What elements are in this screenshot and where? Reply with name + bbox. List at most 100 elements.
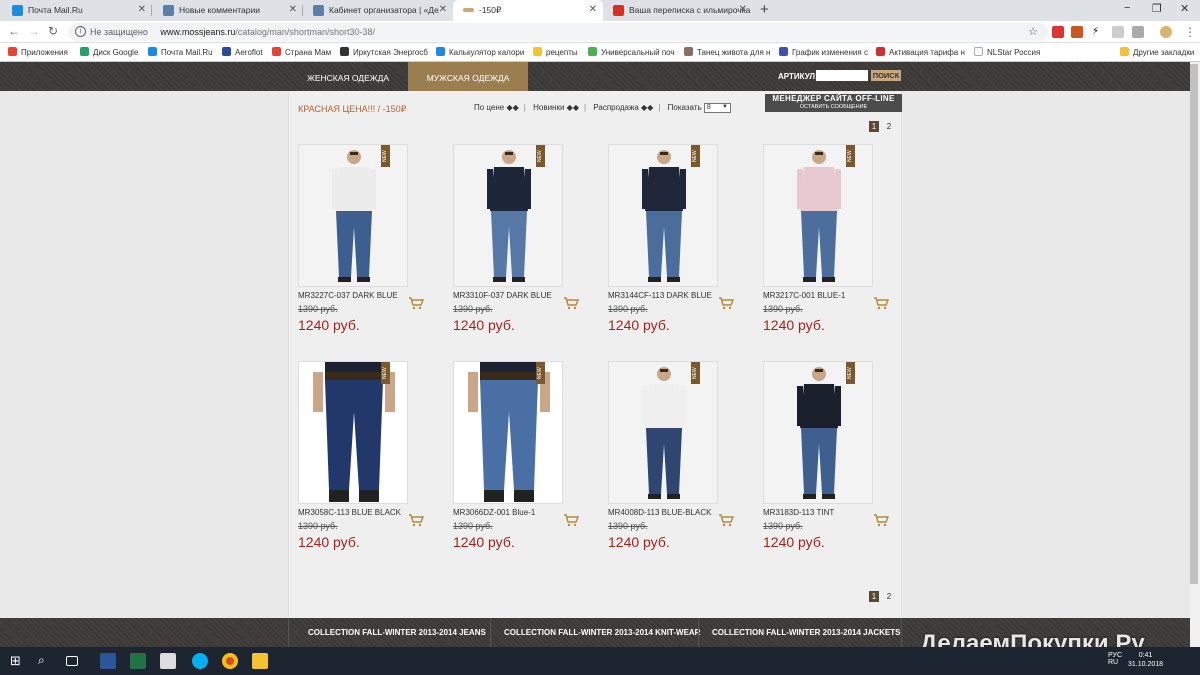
cart-icon[interactable]	[873, 296, 889, 310]
product-image[interactable]: NEW	[453, 144, 563, 287]
cart-icon[interactable]	[873, 513, 889, 527]
product-card[interactable]: NEW MR3066DZ-001 Blue-1 1390 руб. 1240 руб.	[453, 361, 583, 561]
product-card[interactable]: NEW MR3183D-113 TINT 1390 руб. 1240 руб.	[763, 361, 893, 561]
explorer-icon[interactable]	[252, 653, 268, 669]
product-card[interactable]: NEW MR3058C-113 BLUE BLACK 1390 руб. 1240 р…	[298, 361, 428, 561]
product-card[interactable]: NEW MR4008D-113 BLUE-BLACK 1390 руб. 1240 р…	[608, 361, 738, 561]
extension-icon[interactable]	[1071, 26, 1083, 38]
cart-icon[interactable]	[718, 296, 734, 310]
mail-app-icon[interactable]	[160, 653, 176, 669]
new-tab-button[interactable]: +	[760, 1, 769, 18]
nav-men[interactable]: МУЖСКАЯ ОДЕЖДА	[408, 62, 528, 91]
bookmark-item[interactable]: Страна Мам	[272, 47, 331, 57]
product-image[interactable]: NEW	[763, 144, 873, 287]
search-icon[interactable]: ⌕	[38, 653, 54, 669]
product-image[interactable]: NEW	[608, 361, 718, 504]
footer-link-jackets[interactable]: COLLECTION FALL-WINTER 2013-2014 JACKETS	[712, 628, 900, 637]
tab-organizer[interactable]: Кабинет организатора | «Делае ✕	[303, 0, 453, 21]
address-bar[interactable]: i Не защищено www.mossjeans.ru/catalog/m…	[68, 23, 1048, 41]
close-icon[interactable]: ✕	[138, 4, 146, 15]
product-sku[interactable]: MR3183D-113 TINT	[763, 508, 834, 517]
close-icon[interactable]: ✕	[589, 4, 597, 15]
close-icon[interactable]: ✕	[739, 4, 747, 15]
tab-mail[interactable]: Почта Mail.Ru ✕	[2, 0, 152, 21]
product-card[interactable]: NEW MR3144CF-113 DARK BLUE 1390 руб. 1240 р…	[608, 144, 738, 344]
bookmark-other[interactable]: Другие закладки	[1120, 47, 1194, 57]
menu-icon[interactable]: ⋮	[1184, 25, 1196, 39]
product-sku[interactable]: MR3066DZ-001 Blue-1	[453, 508, 535, 517]
skype-icon[interactable]	[192, 653, 208, 669]
reload-icon[interactable]: ↻	[48, 24, 58, 38]
extension-icon[interactable]	[1112, 26, 1124, 38]
tab-active-catalog[interactable]: -150₽ ✕	[453, 0, 603, 21]
profile-avatar[interactable]	[1160, 26, 1172, 38]
close-icon[interactable]: ✕	[439, 4, 447, 15]
article-input[interactable]	[816, 70, 868, 81]
product-image[interactable]: NEW	[608, 144, 718, 287]
bookmark-item[interactable]: График изменения с	[779, 47, 868, 57]
tab-correspondence[interactable]: Ваша переписка с ильмирочка ✕	[603, 0, 753, 21]
per-page-select[interactable]: 8 ▼	[703, 103, 731, 113]
bookmark-item[interactable]: Калькулятор калори	[436, 47, 524, 57]
maximize-button[interactable]: ❐	[1152, 2, 1162, 15]
page-scrollbar[interactable]	[1190, 62, 1200, 647]
bookmark-item[interactable]: Активация тарифа н	[876, 47, 965, 57]
manager-offline-button[interactable]: МЕНЕДЖЕР САЙТА OFF-LINE ОСТАВИТЬ СООБЩЕН…	[765, 94, 902, 112]
search-button[interactable]: ПОИСК	[871, 70, 901, 81]
page-2[interactable]: 2	[884, 591, 894, 602]
cart-icon[interactable]	[408, 296, 424, 310]
product-image[interactable]: NEW	[298, 361, 408, 504]
product-image[interactable]: NEW	[298, 144, 408, 287]
cart-icon[interactable]	[563, 296, 579, 310]
chrome-icon[interactable]	[222, 653, 238, 669]
lang-indicator[interactable]: РУС RU	[1108, 652, 1122, 666]
product-sku[interactable]: MR3058C-113 BLUE BLACK	[298, 508, 401, 517]
bookmark-item[interactable]: рецепты	[533, 47, 578, 57]
minimize-button[interactable]: −	[1124, 2, 1130, 14]
page-2[interactable]: 2	[884, 121, 894, 132]
extension-icon[interactable]	[1052, 26, 1064, 38]
product-sku[interactable]: MR3310F-037 DARK BLUE	[453, 291, 552, 300]
bookmark-item[interactable]: Иркутская Энергосб	[340, 47, 428, 57]
sort-sale[interactable]: Распродажа ◆◆	[593, 103, 653, 112]
extension-icon[interactable]	[1132, 26, 1144, 38]
bookmark-star-icon[interactable]: ☆	[1028, 25, 1038, 38]
nav-women[interactable]: ЖЕНСКАЯ ОДЕЖДА	[288, 62, 408, 91]
excel-icon[interactable]	[130, 653, 146, 669]
bookmark-apps[interactable]: Приложения	[8, 47, 68, 57]
tab-comments[interactable]: Новые комментарии ✕	[153, 0, 303, 21]
sort-price[interactable]: По цене ◆◆	[474, 103, 519, 112]
bookmark-item[interactable]: Универсальный поч	[588, 47, 675, 57]
page-1[interactable]: 1	[869, 121, 879, 132]
page-1[interactable]: 1	[869, 591, 879, 602]
system-clock[interactable]: 0:41 31.10.2018	[1128, 651, 1163, 669]
bookmark-item[interactable]: NLStar Россия	[974, 47, 1040, 57]
back-icon[interactable]: ←	[8, 24, 20, 38]
close-icon[interactable]: ✕	[289, 4, 297, 15]
footer-link-knitwear[interactable]: COLLECTION FALL-WINTER 2013-2014 KNIT-WE…	[504, 628, 700, 637]
task-view-icon[interactable]	[66, 656, 78, 666]
extension-icon[interactable]: ⚡	[1092, 26, 1104, 38]
scroll-thumb[interactable]	[1190, 64, 1198, 584]
word-icon[interactable]	[100, 653, 116, 669]
product-sku[interactable]: MR3227C-037 DARK BLUE	[298, 291, 398, 300]
product-card[interactable]: NEW MR3217C-001 BLUE-1 1390 руб. 1240 руб.	[763, 144, 893, 344]
product-image[interactable]: NEW	[763, 361, 873, 504]
forward-icon[interactable]: →	[28, 24, 40, 38]
close-window-button[interactable]: ✕	[1180, 2, 1189, 15]
product-sku[interactable]: MR3144CF-113 DARK BLUE	[608, 291, 712, 300]
product-card[interactable]: NEW MR3227C-037 DARK BLUE 1390 руб. 1240 ру…	[298, 144, 428, 344]
footer-link-jeans[interactable]: COLLECTION FALL-WINTER 2013-2014 JEANS	[308, 628, 486, 637]
bookmark-item[interactable]: Aeroflot	[222, 47, 263, 57]
cart-icon[interactable]	[718, 513, 734, 527]
product-sku[interactable]: MR3217C-001 BLUE-1	[763, 291, 845, 300]
bookmark-item[interactable]: Танец живота для н	[684, 47, 770, 57]
windows-start-icon[interactable]: ⊞	[10, 653, 26, 669]
sort-new[interactable]: Новинки ◆◆	[533, 103, 579, 112]
product-card[interactable]: NEW MR3310F-037 DARK BLUE 1390 руб. 1240 ру…	[453, 144, 583, 344]
bookmark-item[interactable]: Диск Google	[80, 47, 138, 57]
cart-icon[interactable]	[408, 513, 424, 527]
cart-icon[interactable]	[563, 513, 579, 527]
info-icon[interactable]: i	[75, 26, 86, 37]
product-sku[interactable]: MR4008D-113 BLUE-BLACK	[608, 508, 711, 517]
